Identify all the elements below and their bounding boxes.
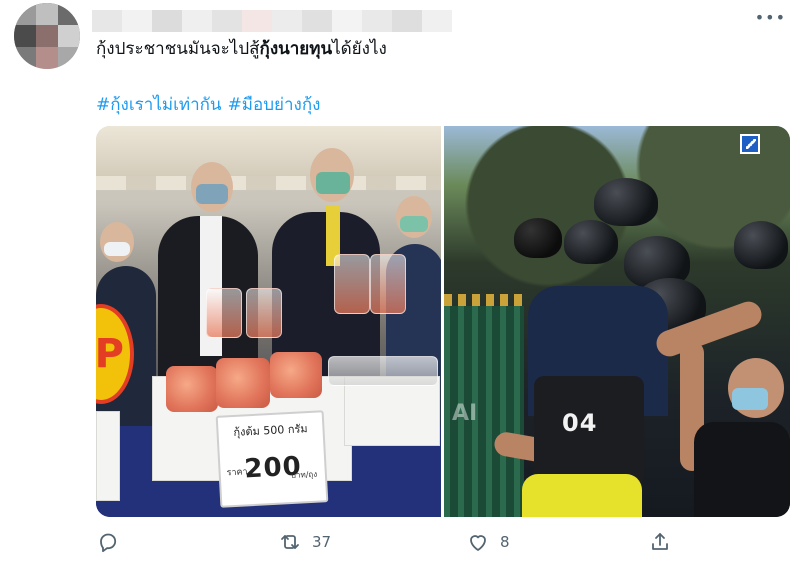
price-sign: กุ้งต้ม 500 กรัม 200 ราคา บาท/ถุง (215, 410, 329, 508)
price-sign-unit: บาท/ถุง (290, 469, 318, 481)
shrimp-bag (206, 288, 242, 338)
hashtags: #กุ้งเราไม่เท่ากัน #มือบย่างกุ้ง (96, 91, 320, 118)
avatar[interactable] (14, 3, 80, 69)
reply-icon (100, 533, 117, 553)
tent-edge (96, 176, 441, 190)
tweet-text-tail: ได้ยังไง (332, 39, 387, 59)
media-grid: P กุ้งต้ม 500 กรัม 200 ราคา บาท/ถุง 04 A… (96, 126, 790, 517)
retweet-count: 37 (312, 533, 332, 551)
photo-shrimp-market[interactable]: P กุ้งต้ม 500 กรัม 200 ราคา บาท/ถุง (96, 126, 441, 517)
face-mask (316, 172, 350, 194)
like-count: 8 (500, 533, 510, 551)
tweet-text-bold: กุ้งนายทุน (259, 39, 333, 59)
clear-bags (328, 356, 438, 386)
tweet-text: กุ้งประชาชนมันจะไปสู้กุ้งนายทุนได้ยังไง (96, 38, 387, 60)
hashtag-link[interactable]: #กุ้งเราไม่เท่ากัน (96, 91, 222, 118)
helmet (594, 178, 658, 226)
face-mask (732, 388, 768, 410)
face-mask (400, 216, 428, 232)
shrimp-bag (370, 254, 406, 314)
price-sign-title: กุ้งต้ม 500 กรัม (233, 422, 308, 439)
watermark: AI (452, 401, 478, 426)
cap (514, 218, 562, 258)
tweet-text-plain: กุ้งประชาชนมันจะไปสู้ (96, 39, 260, 59)
shrimp-pile (216, 358, 270, 408)
retweet-button[interactable]: 37 (278, 530, 331, 554)
shrimp-bag (334, 254, 370, 314)
protester-body (694, 422, 790, 517)
author-name-blurred[interactable] (92, 10, 452, 32)
shrimp-pile (166, 366, 218, 412)
crosswalk-sign-icon (740, 134, 760, 154)
like-icon (470, 535, 486, 551)
shrimp-bag (246, 288, 282, 338)
yellow-sleeve (522, 474, 642, 517)
photo-protest-clash[interactable]: 04 AI (444, 126, 790, 517)
reply-button[interactable] (96, 530, 120, 554)
retweet-icon (281, 535, 299, 549)
foam-box (96, 411, 120, 501)
price-sign-prefix: ราคา (226, 467, 248, 479)
foam-box (344, 376, 440, 446)
more-icon[interactable]: ••• (755, 8, 786, 27)
helmet (734, 221, 788, 269)
tweet-actions: 37 8 (96, 530, 686, 562)
helmet (564, 220, 618, 264)
face-mask (196, 184, 228, 204)
share-button[interactable] (648, 530, 672, 554)
vest-number: 04 (562, 409, 598, 437)
hashtag-link[interactable]: #มือบย่างกุ้ง (228, 91, 321, 118)
shrimp-pile (270, 352, 322, 398)
share-icon (652, 533, 668, 550)
like-button[interactable]: 8 (466, 530, 510, 554)
face-mask (104, 242, 130, 256)
